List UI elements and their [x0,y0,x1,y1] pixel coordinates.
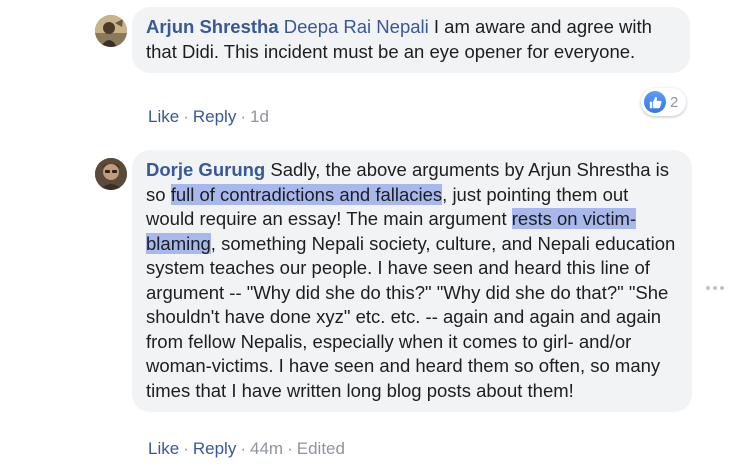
comment-bubble: Dorje Gurung Sadly, the above arguments … [132,150,692,412]
comment-text: , something Nepali society, culture, and… [146,232,676,401]
highlighted-text: full of contradictions and fallacies [170,183,443,205]
reply-link[interactable]: Reply [193,439,236,458]
edited-label[interactable]: Edited [297,439,345,458]
timestamp[interactable]: 44m [250,439,283,458]
avatar-dorje-gurung[interactable] [95,158,127,190]
comment-author[interactable]: Dorje Gurung [146,159,265,180]
avatar-image [95,15,127,47]
avatar-arjun-shrestha[interactable] [95,15,127,47]
like-link[interactable]: Like [148,107,179,126]
reply-link[interactable]: Reply [193,107,236,126]
comment-author[interactable]: Arjun Shrestha [146,16,279,37]
timestamp[interactable]: 1d [250,107,269,126]
comment-actions: Like · Reply · 1d [148,107,269,126]
mentioned-user[interactable]: Deepa Rai Nepali [284,16,429,37]
like-icon [644,91,666,113]
comment-bubble: Arjun Shrestha Deepa Rai Nepali I am awa… [132,7,690,73]
reaction-count-label: 2 [670,93,679,111]
avatar-image [95,158,127,190]
comment-actions: Like · Reply · 44m · Edited [148,439,345,458]
like-link[interactable]: Like [148,439,179,458]
reaction-count[interactable]: 2 [641,88,687,116]
more-options-icon[interactable] [703,283,727,293]
